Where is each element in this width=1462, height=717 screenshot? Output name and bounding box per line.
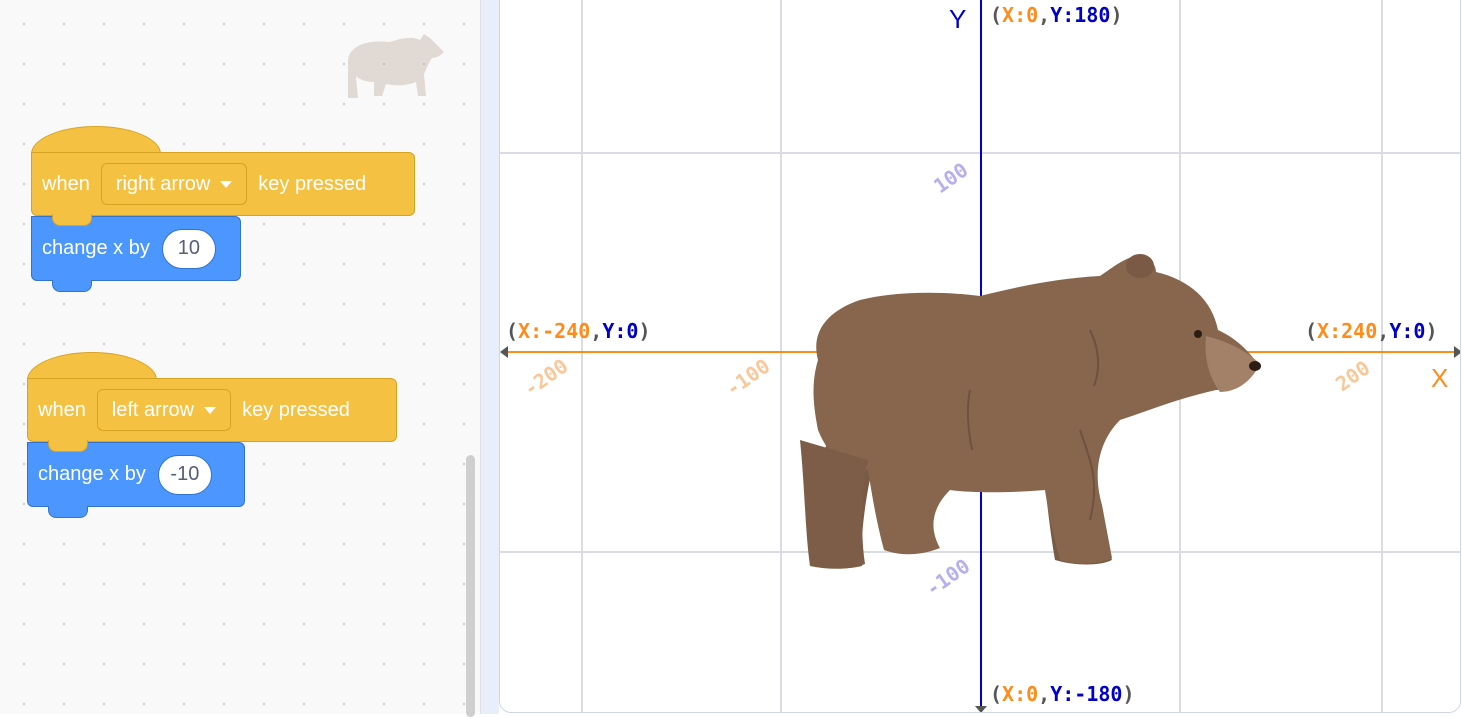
stage-gutter xyxy=(481,0,499,714)
caret-down-icon xyxy=(204,407,217,414)
hat-suffix-label: key pressed xyxy=(258,172,367,195)
coord-label-bottom: (X:0,Y:-180) xyxy=(990,682,1135,706)
hat-when-label: when xyxy=(38,398,86,421)
when-key-pressed-block[interactable]: when left arrow key pressed xyxy=(27,378,397,452)
coord-label-left: (X:-240,Y:0) xyxy=(506,319,651,343)
when-key-pressed-block[interactable]: when right arrow key pressed xyxy=(31,152,415,226)
bear-sprite-thumbnail xyxy=(348,34,444,98)
change-x-value-input[interactable]: -10 xyxy=(157,454,212,495)
script-left-arrow: when left arrow key pressed change x by … xyxy=(27,352,417,518)
stage-canvas: Y X -200 -100 200 100 -100 (X:0,Y:180) (… xyxy=(500,0,1460,712)
motion-label: change x by xyxy=(42,237,150,259)
hat-suffix-label: key pressed xyxy=(242,398,350,421)
y-tick-label: 100 xyxy=(929,158,972,198)
x-axis-right-arrow-icon xyxy=(1454,346,1460,358)
x-tick-label: 200 xyxy=(1331,356,1374,396)
hat-when-label: when xyxy=(42,172,90,195)
key-dropdown-value: right arrow xyxy=(115,172,211,195)
motion-label: change x by xyxy=(38,463,146,485)
x-tick-label: -200 xyxy=(519,354,572,401)
script-right-arrow: when right arrow key pressed change x by… xyxy=(31,126,421,292)
x-tick-label: -100 xyxy=(721,354,774,401)
coord-label-top: (X:0,Y:180) xyxy=(990,3,1122,27)
y-axis-bottom-arrow-icon xyxy=(975,706,987,712)
x-axis-label: X xyxy=(1431,363,1448,393)
stage[interactable]: Y X -200 -100 200 100 -100 (X:0,Y:180) (… xyxy=(499,0,1461,713)
code-area[interactable]: when right arrow key pressed change x by… xyxy=(0,0,481,717)
change-x-value-input[interactable]: 10 xyxy=(161,228,216,269)
key-dropdown-value: left arrow xyxy=(111,398,195,421)
key-dropdown[interactable]: left arrow xyxy=(96,389,232,431)
y-tick-label: -100 xyxy=(921,554,974,601)
key-dropdown[interactable]: right arrow xyxy=(100,163,248,205)
x-axis-left-arrow-icon xyxy=(500,346,508,358)
code-area-scrollbar[interactable] xyxy=(466,455,475,717)
bear-sprite[interactable] xyxy=(800,254,1261,569)
y-axis-label: Y xyxy=(949,4,966,34)
coord-label-right: (X:240,Y:0) xyxy=(1305,319,1437,343)
caret-down-icon xyxy=(220,181,233,188)
